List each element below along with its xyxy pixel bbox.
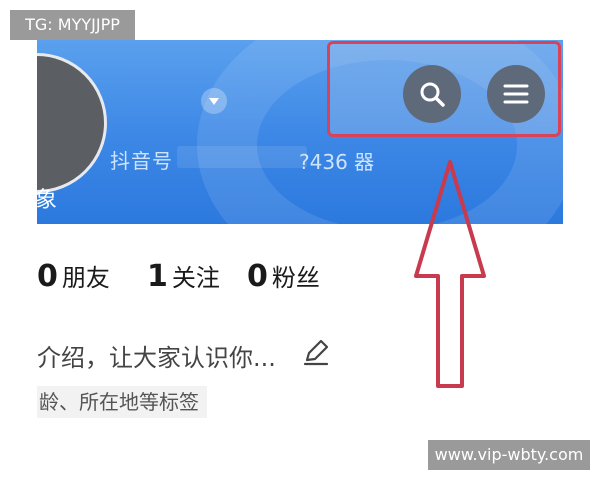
watermark-top-left: TG: MYYJJPP bbox=[10, 10, 135, 40]
chevron-down-icon[interactable] bbox=[201, 88, 227, 114]
avatar-label: 象 bbox=[37, 188, 58, 213]
stat-followers[interactable]: 0 粉丝 bbox=[247, 258, 320, 294]
stat-following-label: 关注 bbox=[171, 264, 220, 292]
tags-placeholder[interactable]: 龄、所在地等标签 bbox=[37, 386, 207, 418]
hamburger-menu-icon bbox=[503, 84, 529, 104]
avatar[interactable] bbox=[37, 53, 107, 193]
bio-placeholder[interactable]: 介绍，让大家认识你... bbox=[37, 338, 276, 373]
search-icon bbox=[420, 82, 445, 107]
stat-following-value: 1 bbox=[147, 259, 168, 294]
watermark-bottom-right: www.vip-wbty.com bbox=[428, 440, 590, 470]
douyin-id-value bbox=[177, 146, 307, 168]
menu-button[interactable] bbox=[487, 65, 545, 123]
pencil-icon[interactable] bbox=[302, 338, 330, 366]
stat-friends-label: 朋友 bbox=[61, 264, 110, 292]
annotation-arrow bbox=[414, 160, 486, 388]
douyin-id-label: 抖音号 bbox=[110, 149, 173, 173]
stat-following[interactable]: 1 关注 bbox=[147, 258, 220, 294]
stat-friends-value: 0 bbox=[37, 259, 58, 294]
stat-followers-label: 粉丝 bbox=[271, 264, 320, 292]
top-actions-highlight bbox=[327, 41, 561, 137]
douyin-id-suffix: ?436 器 bbox=[299, 150, 375, 174]
stat-followers-value: 0 bbox=[247, 259, 268, 294]
search-button[interactable] bbox=[403, 65, 461, 123]
stat-friends[interactable]: 0 朋友 bbox=[37, 258, 110, 294]
